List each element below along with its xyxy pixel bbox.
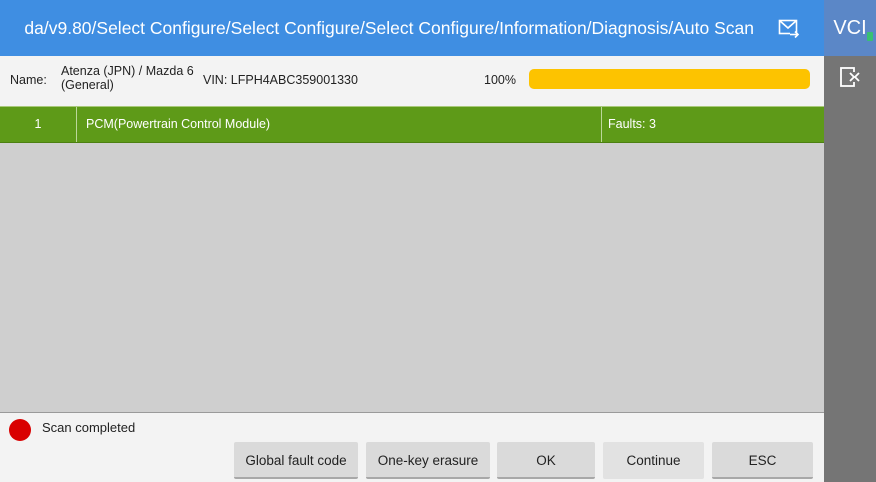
global-fault-code-button[interactable]: Global fault code [234, 442, 358, 479]
status-text: Scan completed [42, 420, 136, 435]
row-index: 1 [0, 107, 77, 142]
table-row[interactable]: 1 PCM(Powertrain Control Module) Faults:… [0, 106, 824, 143]
vehicle-info-bar: Name: Atenza (JPN) / Mazda 6 (General) V… [0, 56, 824, 106]
row-module-name: PCM(Powertrain Control Module) [86, 117, 271, 131]
continue-button[interactable]: Continue [603, 442, 704, 479]
side-panel: VCI [824, 0, 876, 482]
progress-percent: 100% [484, 73, 516, 87]
vci-status-button[interactable]: VCI [824, 0, 876, 56]
scan-progress-bar [529, 69, 810, 89]
bottom-bar: Scan completed Global fault code One-key… [0, 413, 824, 482]
scan-result-list: 1 PCM(Powertrain Control Module) Faults:… [0, 106, 824, 413]
mail-forward-icon[interactable] [778, 17, 800, 39]
scan-progress-fill [529, 69, 810, 89]
ok-button[interactable]: OK [497, 442, 595, 479]
name-label: Name: [10, 73, 47, 87]
title-bar: da/v9.80/Select Configure/Select Configu… [0, 0, 824, 56]
one-key-erasure-button[interactable]: One-key erasure [366, 442, 490, 479]
vci-connection-indicator [867, 32, 873, 41]
vin-text: VIN: LFPH4ABC359001330 [203, 73, 358, 87]
exit-icon[interactable] [839, 66, 861, 88]
esc-button[interactable]: ESC [712, 442, 813, 479]
vehicle-name: Atenza (JPN) / Mazda 6 (General) [61, 64, 194, 92]
vci-label: VCI [833, 17, 867, 39]
row-fault-count: Faults: 3 [601, 107, 823, 142]
breadcrumb-path: da/v9.80/Select Configure/Select Configu… [24, 18, 754, 38]
status-indicator [9, 419, 31, 441]
